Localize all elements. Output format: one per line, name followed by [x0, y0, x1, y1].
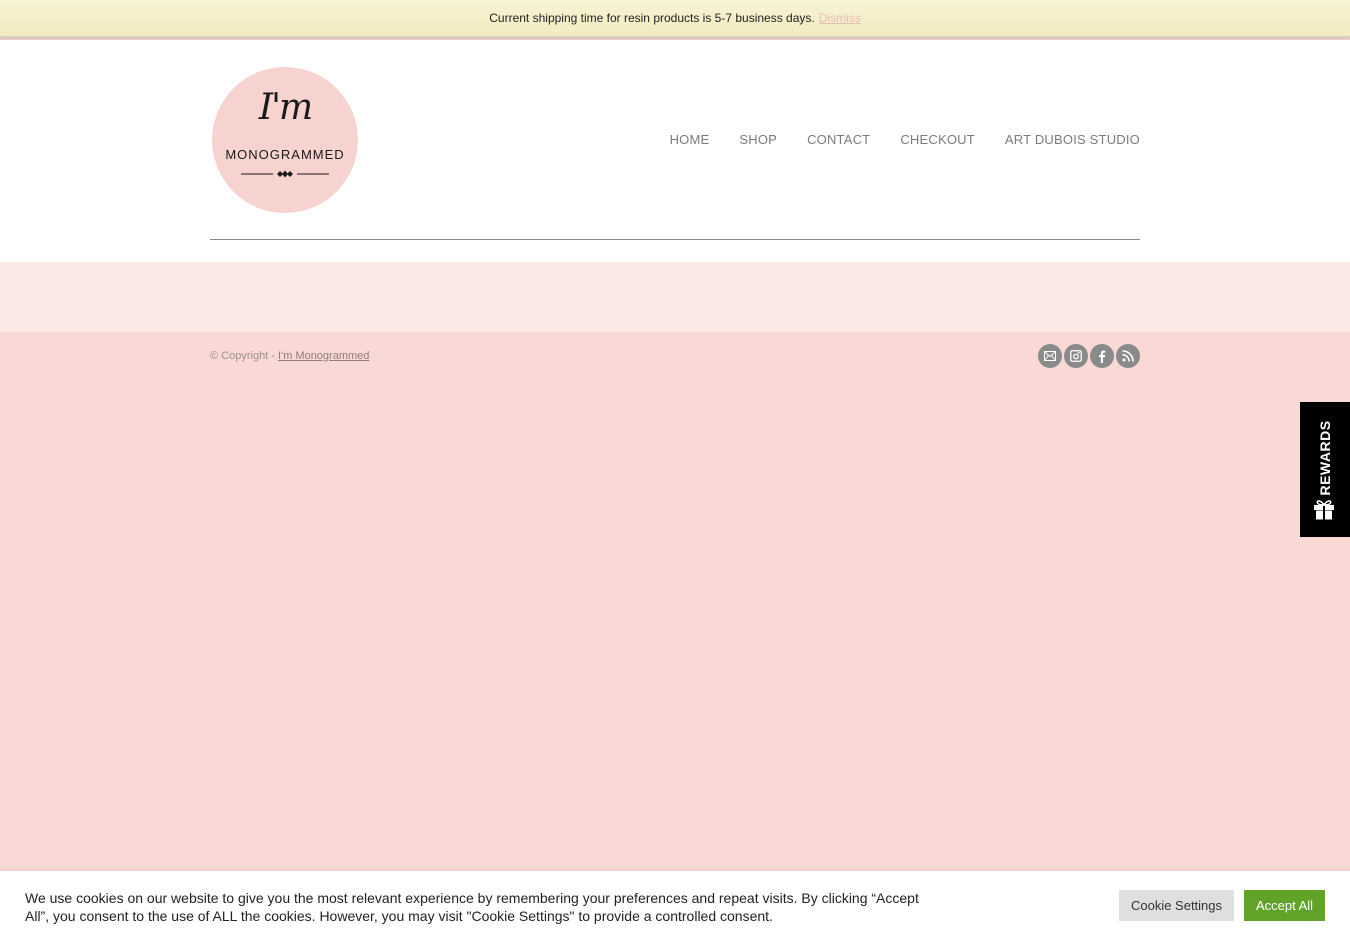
shipping-notice-bar: Current shipping time for resin products… [0, 0, 1350, 38]
nav-home[interactable]: HOME [670, 132, 710, 147]
rss-icon[interactable] [1116, 344, 1140, 368]
nav-contact[interactable]: CONTACT [807, 132, 870, 147]
cookie-settings-button[interactable]: Cookie Settings [1119, 890, 1234, 921]
cookie-consent-bar: We use cookies on our website to give yo… [0, 871, 1350, 940]
mail-icon[interactable] [1038, 344, 1062, 368]
logo-script-text: I'm [258, 87, 313, 128]
content-band [0, 262, 1350, 332]
copyright-link[interactable]: I'm Monogrammed [278, 350, 369, 362]
rewards-tab[interactable]: REWARDS [1300, 402, 1350, 537]
dismiss-link[interactable]: Dismiss [819, 11, 861, 25]
copyright: © Copyright - I'm Monogrammed [210, 350, 369, 362]
accept-all-button[interactable]: Accept All [1244, 890, 1325, 921]
site-logo[interactable]: I'm MONOGRAMMED [212, 67, 358, 213]
social-links [1038, 344, 1140, 368]
gift-icon [1314, 500, 1334, 520]
main-nav: HOME SHOP CONTACT CHECKOUT ART DUBOIS ST… [670, 132, 1140, 147]
facebook-icon[interactable] [1090, 344, 1114, 368]
instagram-icon[interactable] [1064, 344, 1088, 368]
shipping-notice-text: Current shipping time for resin products… [489, 11, 815, 25]
nav-checkout[interactable]: CHECKOUT [900, 132, 975, 147]
logo-wordmark: MONOGRAMMED [225, 147, 345, 162]
site-header: I'm MONOGRAMMED HOME SHOP CONTACT CHECKO… [0, 40, 1350, 262]
header-divider [210, 239, 1140, 240]
logo-ornament-icon [241, 170, 329, 178]
rewards-label: REWARDS [1317, 420, 1333, 496]
cookie-message: We use cookies on our website to give yo… [25, 890, 919, 924]
nav-shop[interactable]: SHOP [739, 132, 777, 147]
nav-art-dubois-studio[interactable]: ART DUBOIS STUDIO [1005, 132, 1140, 147]
copyright-prefix: © Copyright - [210, 350, 275, 362]
